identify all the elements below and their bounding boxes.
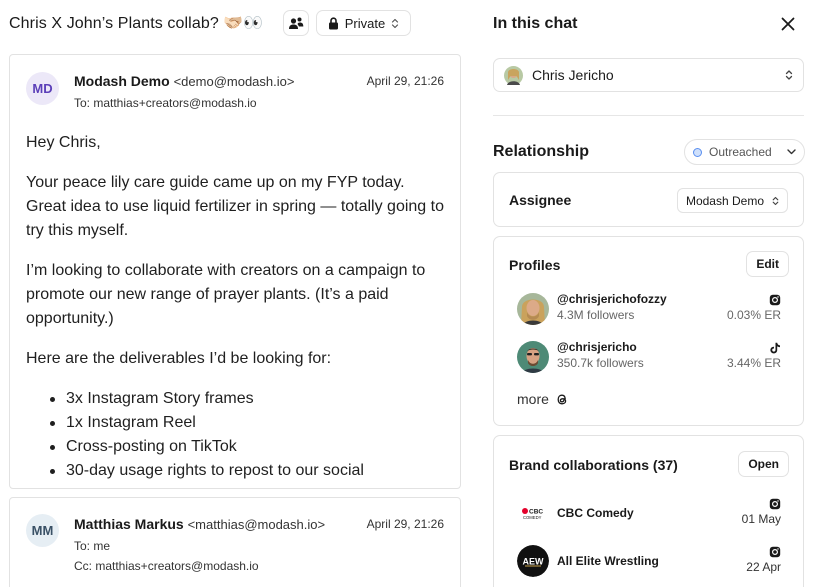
brand-name: All Elite Wrestling — [557, 554, 659, 568]
svg-text:COMEDY: COMEDY — [523, 515, 542, 520]
email-message[interactable]: MM Matthias Markus <matthias@modash.io> … — [9, 497, 461, 587]
avatar: MD — [26, 72, 59, 105]
email-body: Hey Chris, Your peace lily care guide ca… — [26, 131, 446, 483]
brand-date: 22 Apr — [746, 560, 781, 574]
recipient-line: To: me — [74, 539, 111, 553]
avatar — [504, 65, 523, 85]
group-button[interactable] — [283, 10, 309, 36]
list-item: 1x Instagram Reel — [50, 411, 446, 435]
sender-email: <demo@modash.io> — [173, 74, 295, 89]
profile-row[interactable]: @chrisjericho 350.7k followers 3.44% ER — [517, 340, 781, 374]
recipient-line: To: matthias+creators@modash.io — [74, 96, 257, 110]
avatar — [517, 293, 549, 325]
relationship-title: Relationship — [493, 143, 590, 160]
sender-line: Matthias Markus <matthias@modash.io> — [74, 516, 325, 532]
panel-title: In this chat — [493, 15, 578, 32]
brand-row[interactable]: AEW All Elite Wrestling 22 Apr — [517, 544, 781, 578]
svg-text:AEW: AEW — [523, 557, 545, 567]
brand-name: CBC Comedy — [557, 506, 634, 520]
group-icon — [289, 17, 304, 29]
assignee-value: Modash Demo — [685, 193, 764, 208]
assignee-card: Assignee Modash Demo — [493, 172, 804, 227]
profiles-title: Profiles — [509, 257, 561, 273]
chevron-updown-icon — [392, 18, 399, 28]
email-paragraph: Your peace lily care guide came up on my… — [26, 174, 444, 239]
close-icon — [781, 17, 795, 31]
profile-handle: @chrisjerichofozzy — [557, 292, 667, 306]
instagram-icon — [769, 294, 781, 306]
chevron-down-icon — [787, 149, 796, 155]
profile-row[interactable]: @chrisjerichofozzy 4.3M followers 0.03% … — [517, 292, 781, 326]
more-profiles-button[interactable]: more — [517, 391, 568, 407]
sender-email: <matthias@modash.io> — [187, 517, 326, 532]
threads-icon — [557, 394, 567, 404]
contact-select[interactable]: Chris Jericho — [493, 58, 804, 92]
cc-line: Cc: matthias+creators@modash.io — [74, 559, 259, 573]
aew-logo: AEW — [517, 545, 549, 577]
instagram-icon — [769, 498, 781, 510]
profiles-card: Profiles Edit @chrisjerichofozzy 4.3M fo… — [493, 236, 804, 426]
profile-er: 3.44% ER — [726, 356, 781, 370]
assignee-label: Assignee — [509, 192, 572, 208]
assignee-select[interactable]: Modash Demo — [676, 188, 788, 213]
profile-followers: 350.7k followers — [557, 356, 644, 370]
cbc-comedy-logo: CBC COMEDY — [517, 497, 549, 529]
thread-title: Chris X John’s Plants collab? 🫱🏻‍🫲🏼👀 — [9, 15, 264, 32]
sender-line: Modash Demo <demo@modash.io> — [74, 73, 294, 89]
profile-er: 0.03% ER — [726, 308, 781, 322]
divider — [493, 115, 804, 116]
list-item: Cross-posting on TikTok — [50, 435, 446, 459]
edit-button[interactable]: Edit — [746, 251, 789, 277]
brand-row[interactable]: CBC COMEDY CBC Comedy 01 May — [517, 496, 781, 530]
sender-name: Matthias Markus — [74, 516, 184, 532]
close-button[interactable] — [778, 14, 798, 34]
brand-date: 01 May — [741, 512, 781, 526]
profile-handle: @chrisjericho — [557, 340, 637, 354]
avatar: MM — [26, 514, 59, 547]
open-button[interactable]: Open — [738, 451, 789, 477]
email-paragraph: I’m looking to collaborate with creators… — [26, 262, 426, 327]
brand-collaborations-card: Brand collaborations (37) Open CBC COMED… — [493, 435, 804, 587]
tiktok-icon — [770, 342, 780, 354]
email-paragraph: Here are the deliverables I’d be looking… — [26, 350, 332, 367]
deliverables-list: 3x Instagram Story frames 1x Instagram R… — [26, 387, 446, 483]
privacy-select[interactable]: Private — [316, 10, 411, 36]
email-date: April 29, 21:26 — [366, 517, 444, 531]
profile-followers: 4.3M followers — [557, 308, 635, 322]
chevron-updown-icon — [772, 196, 779, 205]
lock-icon — [328, 16, 338, 29]
sender-name: Modash Demo — [74, 73, 170, 89]
instagram-icon — [769, 546, 781, 558]
status-select[interactable]: Outreached — [684, 139, 805, 165]
status-dot-icon — [693, 147, 702, 157]
status-label: Outreached — [709, 145, 772, 159]
chevron-updown-icon — [785, 70, 793, 80]
email-greeting: Hey Chris, — [26, 134, 101, 151]
contact-name: Chris Jericho — [532, 67, 614, 83]
privacy-label: Private — [344, 15, 386, 31]
list-item: 3x Instagram Story frames — [50, 387, 446, 411]
email-message[interactable]: MD Modash Demo <demo@modash.io> April 29… — [9, 54, 461, 489]
avatar — [517, 341, 549, 373]
more-label: more — [517, 391, 549, 407]
list-item: 30-day usage rights to repost to our soc… — [50, 459, 446, 483]
brands-title: Brand collaborations (37) — [509, 457, 678, 473]
email-date: April 29, 21:26 — [366, 74, 444, 88]
